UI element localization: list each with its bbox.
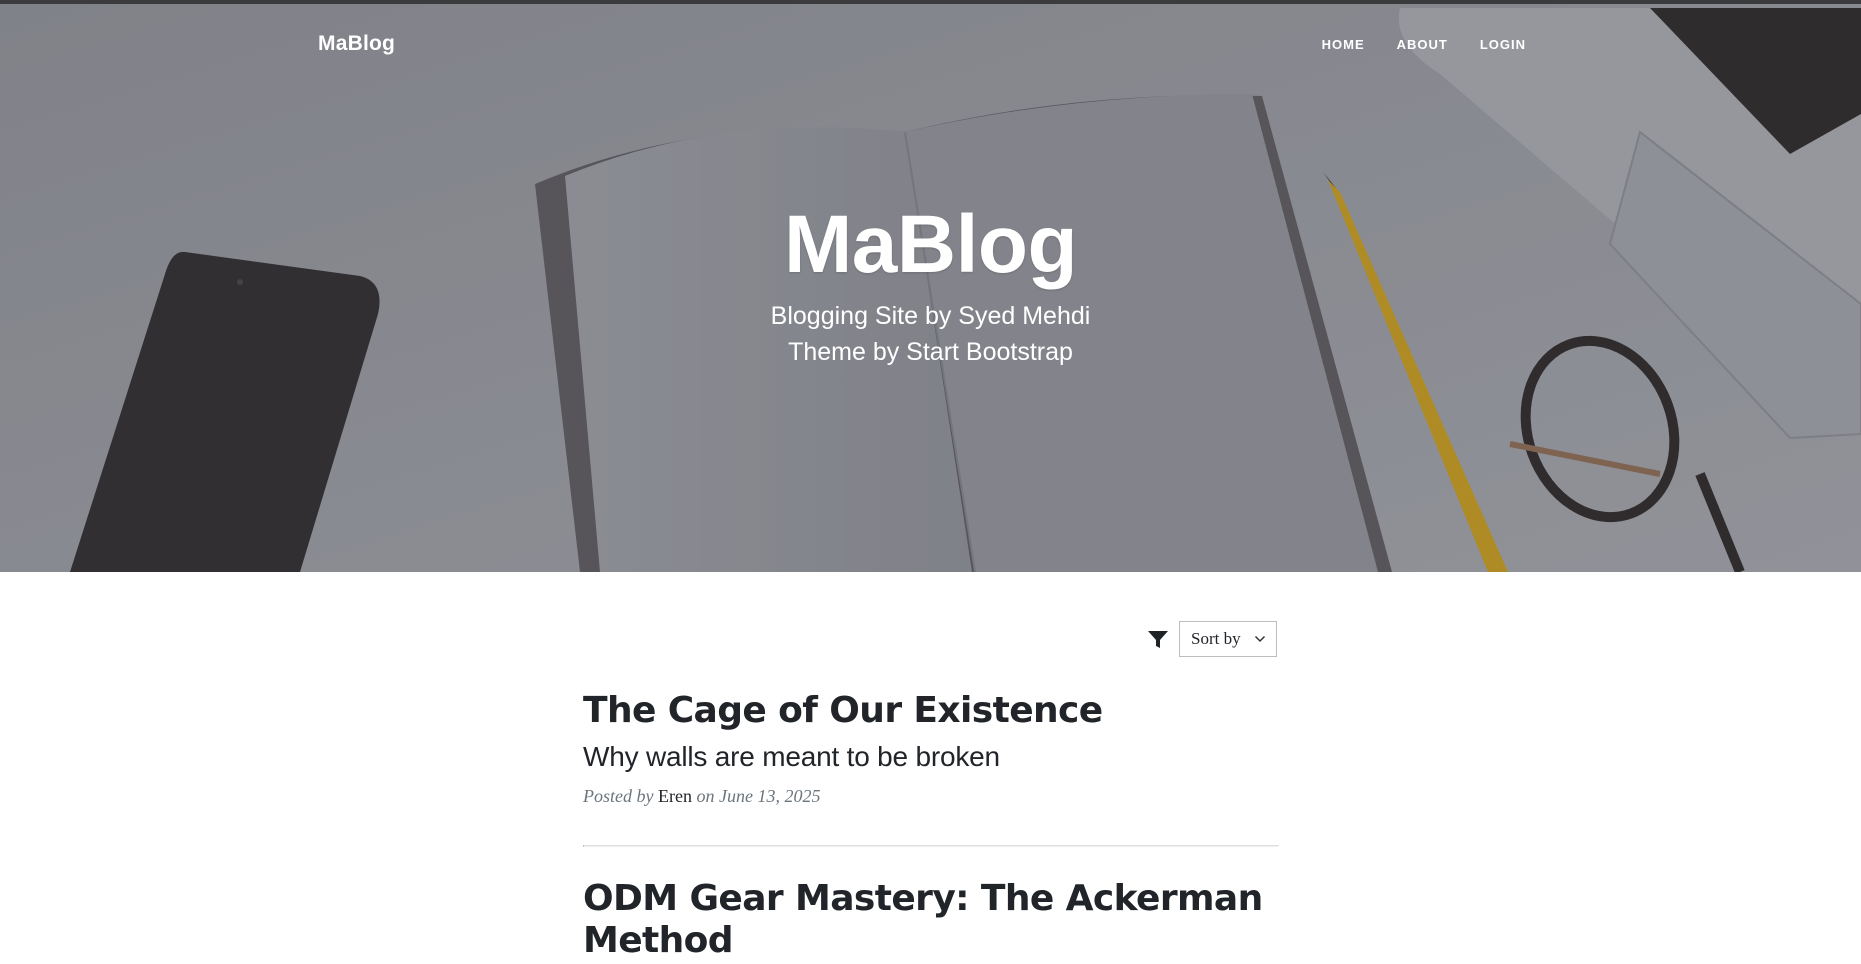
nav-link-home[interactable]: HOME	[1322, 37, 1365, 52]
subheading-line-1: Blogging Site by Syed Mehdi	[770, 302, 1091, 330]
sort-toolbar: Sort by	[1147, 621, 1277, 657]
site-title: MaBlog	[783, 199, 1078, 290]
post-preview[interactable]: ODM Gear Mastery: The Ackerman Method	[583, 878, 1277, 962]
nav-links: HOME ABOUT LOGIN	[1322, 37, 1526, 52]
chevron-down-icon	[1254, 635, 1266, 643]
nav-link-login[interactable]: LOGIN	[1480, 37, 1526, 52]
post-preview[interactable]: The Cage of Our Existence Why walls are …	[583, 690, 1277, 825]
post-meta: Posted by Eren on June 13, 2025	[583, 786, 1277, 807]
navbar-brand[interactable]: MaBlog	[318, 32, 395, 56]
post-title[interactable]: ODM Gear Mastery: The Ackerman Method	[583, 878, 1277, 962]
masthead: MaBlog HOME ABOUT LOGIN MaBlog Blogging …	[0, 4, 1861, 572]
filter-icon[interactable]	[1147, 628, 1169, 650]
subheading-line-2: Theme by Start Bootstrap	[788, 338, 1073, 366]
top-border	[0, 0, 1861, 4]
post-meta-date: on June 13, 2025	[696, 786, 821, 806]
post-subtitle[interactable]: Why walls are meant to be broken	[583, 740, 1277, 774]
post-author-link[interactable]: Eren	[658, 786, 692, 806]
nav-link-about[interactable]: ABOUT	[1397, 37, 1448, 52]
navbar: MaBlog HOME ABOUT LOGIN	[0, 4, 1861, 84]
post-title[interactable]: The Cage of Our Existence	[583, 690, 1277, 732]
post-meta-prefix: Posted by	[583, 786, 654, 806]
site-heading: MaBlog Blogging Site by Syed Mehdi Theme…	[0, 204, 1861, 370]
site-subheading: Blogging Site by Syed Mehdi Theme by Sta…	[0, 298, 1861, 370]
sort-by-select[interactable]: Sort by	[1179, 621, 1277, 657]
post-divider	[583, 845, 1279, 847]
sort-by-label: Sort by	[1191, 629, 1241, 648]
